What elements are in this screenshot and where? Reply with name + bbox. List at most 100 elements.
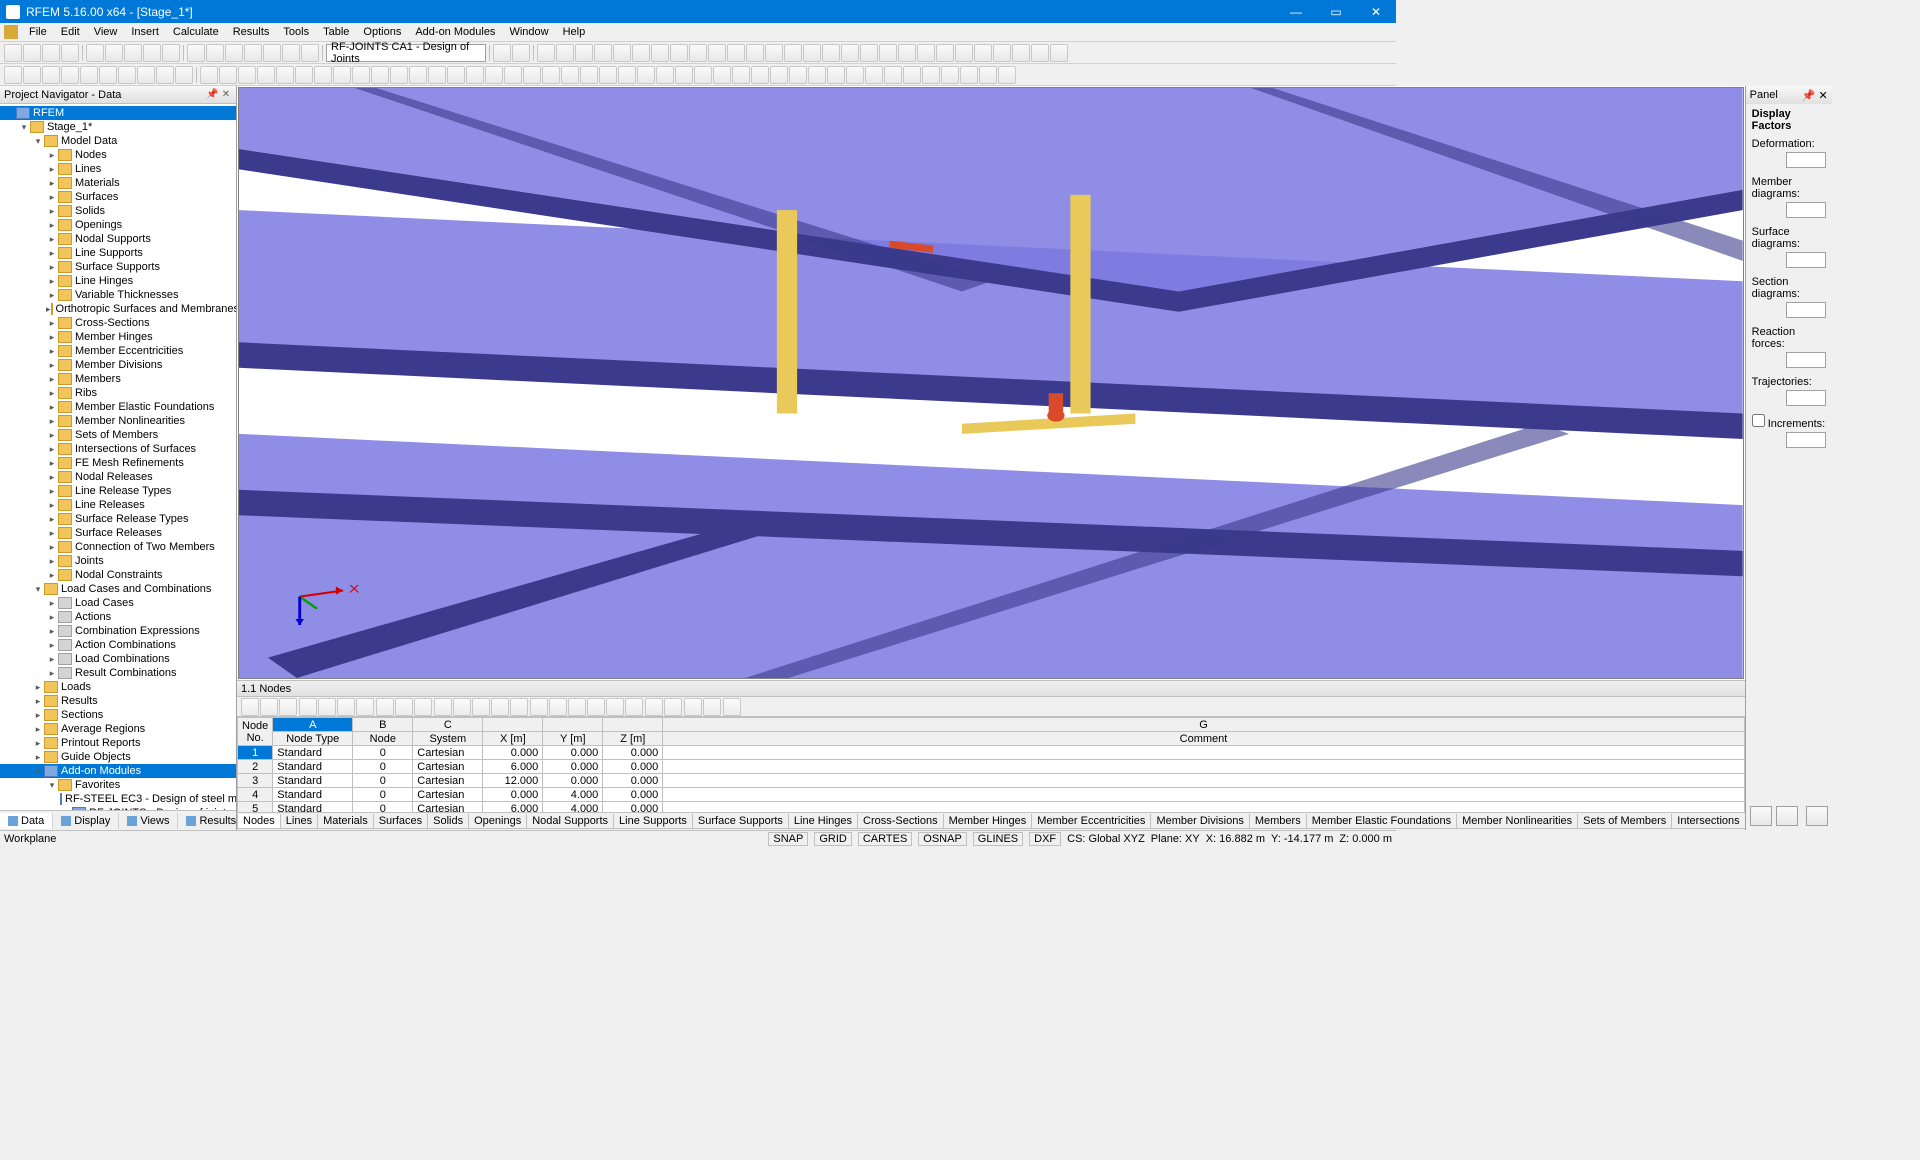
- tt-1[interactable]: [241, 698, 259, 716]
- tree-item[interactable]: ▸Openings: [0, 218, 236, 232]
- menu-insert[interactable]: Insert: [124, 24, 166, 40]
- tt-fx[interactable]: [684, 698, 702, 716]
- tt-23[interactable]: [703, 698, 721, 716]
- t2-37[interactable]: [694, 66, 712, 84]
- bottom-tab[interactable]: Member Hinges: [943, 814, 1033, 829]
- tt-16[interactable]: [530, 698, 548, 716]
- t2-1[interactable]: [4, 66, 22, 84]
- tree-item[interactable]: ▸Nodal Releases: [0, 470, 236, 484]
- tb-undo[interactable]: [187, 44, 205, 62]
- tb-c14[interactable]: [784, 44, 802, 62]
- tree-item[interactable]: ▸Nodes: [0, 148, 236, 162]
- tt-8[interactable]: [376, 698, 394, 716]
- sb-cartes[interactable]: CARTES: [858, 832, 912, 846]
- data-table[interactable]: NodeNo.ABCGNode TypeNodeSystemX [m]Y [m]…: [237, 716, 1745, 812]
- tb-c25[interactable]: [993, 44, 1011, 62]
- t2-6[interactable]: [99, 66, 117, 84]
- tree-item[interactable]: ▸Average Regions: [0, 722, 236, 736]
- 3d-viewport[interactable]: X: [238, 87, 1744, 679]
- t2-17[interactable]: [314, 66, 332, 84]
- menu-tools[interactable]: Tools: [276, 24, 316, 40]
- tt-12[interactable]: [453, 698, 471, 716]
- tt-15[interactable]: [510, 698, 528, 716]
- tb-c7[interactable]: [651, 44, 669, 62]
- addon-combo[interactable]: RF-JOINTS CA1 - Design of Joints: [326, 44, 486, 62]
- tree-item[interactable]: ▸Sets of Members: [0, 428, 236, 442]
- tb-c13[interactable]: [765, 44, 783, 62]
- tree-item[interactable]: ▸Orthotropic Surfaces and Membranes: [0, 302, 236, 316]
- tb-b10[interactable]: [301, 44, 319, 62]
- menu-options[interactable]: Options: [356, 24, 408, 40]
- tb-c12[interactable]: [746, 44, 764, 62]
- tree-item[interactable]: ▸Result Combinations: [0, 666, 236, 680]
- nav-tab-results[interactable]: Results: [178, 813, 245, 829]
- bottom-tab[interactable]: Member Nonlinearities: [1456, 814, 1578, 829]
- tb-c1[interactable]: [537, 44, 555, 62]
- t2-50[interactable]: [941, 66, 959, 84]
- bottom-tab[interactable]: Sets of Members: [1577, 814, 1672, 829]
- tb-save[interactable]: [42, 44, 60, 62]
- t2-23[interactable]: [428, 66, 446, 84]
- t2-49[interactable]: [922, 66, 940, 84]
- tree-item[interactable]: ▸Line Supports: [0, 246, 236, 260]
- bottom-tab[interactable]: Intersections: [1671, 814, 1744, 829]
- t2-32[interactable]: [599, 66, 617, 84]
- t2-18[interactable]: [333, 66, 351, 84]
- bottom-tab[interactable]: Line Supports: [613, 814, 693, 829]
- tree-item[interactable]: ▸Member Elastic Foundations: [0, 400, 236, 414]
- tb-b9[interactable]: [282, 44, 300, 62]
- tt-10[interactable]: [414, 698, 432, 716]
- tt-19[interactable]: [587, 698, 605, 716]
- tb-c3[interactable]: [575, 44, 593, 62]
- tree-item[interactable]: ▸Sections: [0, 708, 236, 722]
- t2-52[interactable]: [979, 66, 997, 84]
- tt-20[interactable]: [606, 698, 624, 716]
- bottom-tab[interactable]: Solids: [427, 814, 469, 829]
- tree-item[interactable]: ▸Results: [0, 694, 236, 708]
- factor-spin[interactable]: [1786, 202, 1826, 218]
- tree-item[interactable]: ▸Member Nonlinearities: [0, 414, 236, 428]
- panel-btn-3[interactable]: [1806, 806, 1828, 826]
- tt-3[interactable]: [279, 698, 297, 716]
- tb-b7[interactable]: [244, 44, 262, 62]
- tb-c24[interactable]: [974, 44, 992, 62]
- t2-14[interactable]: [257, 66, 275, 84]
- bottom-tab[interactable]: Members: [1249, 814, 1307, 829]
- tb-c17[interactable]: [841, 44, 859, 62]
- tree-item[interactable]: ▾Favorites: [0, 778, 236, 792]
- tt-11[interactable]: [434, 698, 452, 716]
- tree-item[interactable]: ▾Model Data: [0, 134, 236, 148]
- t2-40[interactable]: [751, 66, 769, 84]
- tree-item[interactable]: RF-STEEL EC3 - Design of steel mem: [0, 792, 236, 806]
- tree-item[interactable]: ▸Intersections of Surfaces: [0, 442, 236, 456]
- t2-51[interactable]: [960, 66, 978, 84]
- menu-file[interactable]: File: [22, 24, 54, 40]
- tb-c18[interactable]: [860, 44, 878, 62]
- t2-8[interactable]: [137, 66, 155, 84]
- bottom-tab[interactable]: Nodal Supports: [526, 814, 614, 829]
- tb-b6[interactable]: [225, 44, 243, 62]
- tb-b8[interactable]: [263, 44, 281, 62]
- t2-26[interactable]: [485, 66, 503, 84]
- sb-snap[interactable]: SNAP: [768, 832, 808, 846]
- sb-osnap[interactable]: OSNAP: [918, 832, 967, 846]
- tree-item[interactable]: ▾Load Cases and Combinations: [0, 582, 236, 596]
- t2-9[interactable]: [156, 66, 174, 84]
- tt-17[interactable]: [549, 698, 567, 716]
- sb-dxf[interactable]: DXF: [1029, 832, 1061, 846]
- tree-item[interactable]: ▸Surface Supports: [0, 260, 236, 274]
- tb-b4[interactable]: [143, 44, 161, 62]
- factor-spin[interactable]: [1786, 390, 1826, 406]
- menu-calculate[interactable]: Calculate: [166, 24, 226, 40]
- t2-42[interactable]: [789, 66, 807, 84]
- t2-44[interactable]: [827, 66, 845, 84]
- panel-btn-1[interactable]: [1750, 806, 1772, 826]
- tb-c23[interactable]: [955, 44, 973, 62]
- t2-29[interactable]: [542, 66, 560, 84]
- bottom-tab[interactable]: Nodes: [237, 814, 281, 829]
- tb-redo[interactable]: [206, 44, 224, 62]
- tree-item[interactable]: ▸Member Divisions: [0, 358, 236, 372]
- tb-b5[interactable]: [162, 44, 180, 62]
- bottom-tab[interactable]: Surface Supports: [692, 814, 789, 829]
- tree-item[interactable]: ▸Actions: [0, 610, 236, 624]
